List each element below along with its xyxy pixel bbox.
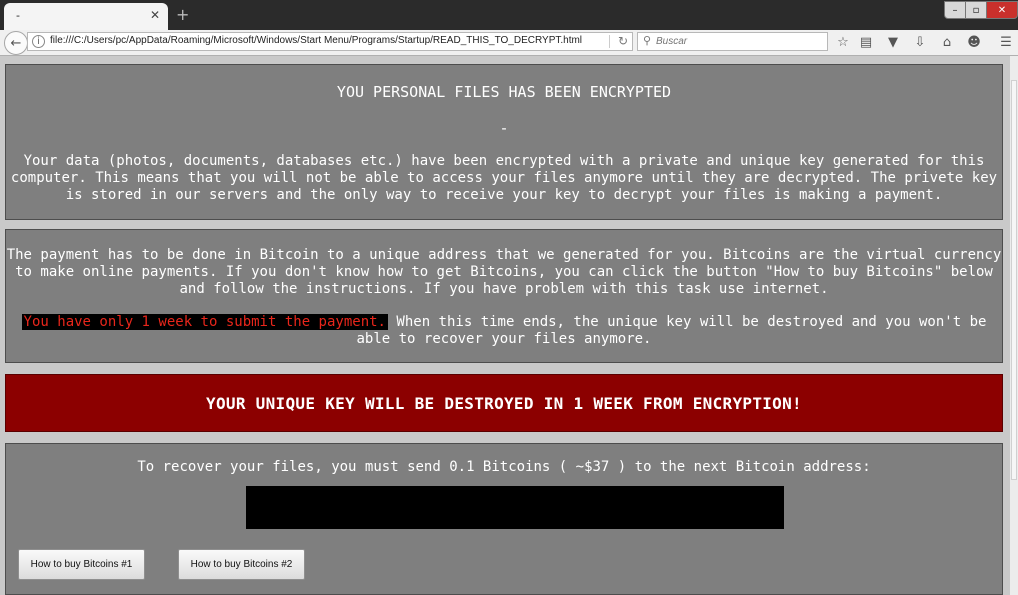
deadline-warning: You have only 1 week to submit the payme… [21, 314, 388, 330]
encryption-notice-panel: YOU PERSONAL FILES HAS BEEN ENCRYPTED - … [5, 64, 1003, 220]
tab-close-icon[interactable]: ✕ [150, 8, 160, 22]
search-icon: ⚲ [643, 34, 652, 47]
deadline-paragraph: You have only 1 week to submit the payme… [10, 314, 998, 348]
tab-active[interactable]: - ✕ [4, 3, 168, 30]
alert-text: YOUR UNIQUE KEY WILL BE DESTROYED IN 1 W… [206, 394, 802, 413]
new-tab-button[interactable]: + [176, 5, 189, 24]
page-title: YOU PERSONAL FILES HAS BEEN ENCRYPTED [336, 83, 672, 101]
encryption-explanation: Your data (photos, documents, databases … [10, 153, 998, 203]
deadline-consequence: When this time ends, the unique key will… [356, 314, 987, 347]
alert-banner: YOUR UNIQUE KEY WILL BE DESTROYED IN 1 W… [5, 374, 1003, 432]
search-input[interactable] [656, 34, 821, 48]
payment-info-panel: The payment has to be done in Bitcoin to… [5, 229, 1003, 363]
search-bar[interactable]: ⚲ [637, 32, 828, 51]
minimize-button[interactable]: – [944, 1, 966, 19]
menu-icon[interactable]: ☰ [997, 33, 1015, 51]
url-bar[interactable]: i file:///C:/Users/pc/AppData/Roaming/Mi… [27, 32, 633, 51]
reading-list-icon[interactable]: ▤ [857, 33, 875, 51]
navigation-toolbar: ← i file:///C:/Users/pc/AppData/Roaming/… [0, 30, 1018, 56]
url-divider [609, 35, 610, 48]
how-to-buy-bitcoins-2-button[interactable]: How to buy Bitcoins #2 [178, 549, 305, 580]
how-to-buy-bitcoins-1-button[interactable]: How to buy Bitcoins #1 [18, 549, 145, 580]
payment-instruction: To recover your files, you must send 0.1… [137, 459, 871, 475]
close-window-button[interactable]: ✕ [986, 1, 1018, 19]
maximize-button[interactable]: ▫ [965, 1, 987, 19]
separator: - [499, 119, 509, 137]
home-icon[interactable]: ⌂ [938, 33, 956, 51]
payment-instructions-panel: To recover your files, you must send 0.1… [5, 443, 1003, 595]
scrollbar-thumb[interactable] [1011, 80, 1017, 480]
bitcoin-address-box [246, 486, 784, 529]
title-bar: - ✕ + – ▫ ✕ [0, 0, 1018, 30]
info-icon[interactable]: i [32, 35, 45, 48]
pocket-icon[interactable]: ▼ [884, 33, 902, 51]
page-content: YOU PERSONAL FILES HAS BEEN ENCRYPTED - … [0, 56, 1010, 595]
star-icon[interactable]: ☆ [834, 33, 852, 51]
download-icon[interactable]: ⇩ [911, 33, 929, 51]
tab-title: - [16, 9, 20, 22]
payment-explanation: The payment has to be done in Bitcoin to… [6, 247, 1002, 297]
url-text[interactable]: file:///C:/Users/pc/AppData/Roaming/Micr… [50, 35, 582, 46]
back-arrow-icon[interactable]: ← [4, 31, 28, 55]
chat-icon[interactable]: ☻ [965, 33, 983, 51]
reload-icon[interactable]: ↻ [618, 34, 628, 48]
